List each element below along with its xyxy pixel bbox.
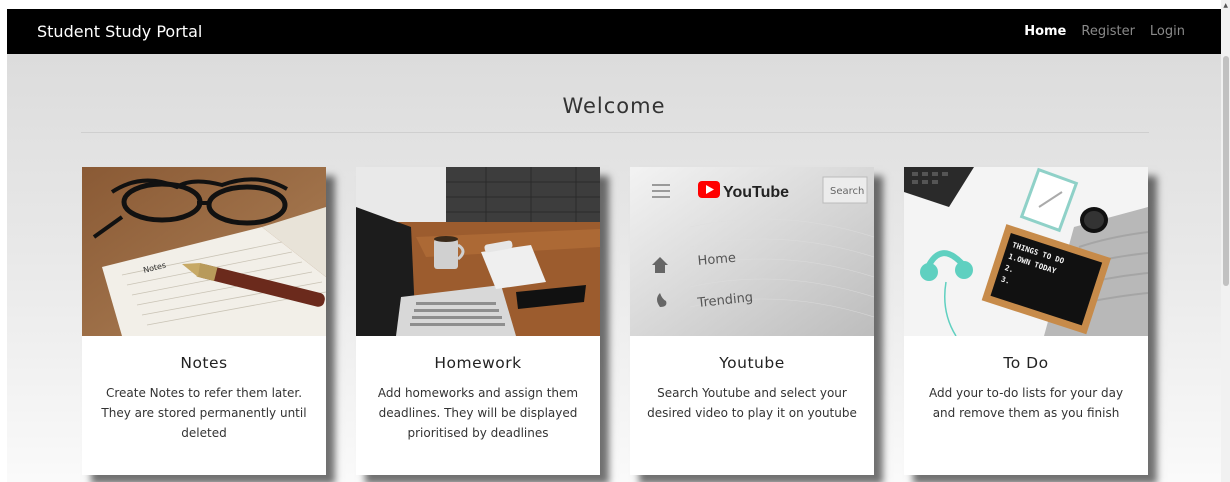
homework-card-text: Add homeworks and assign them deadlines.… <box>377 386 579 440</box>
homework-card-image <box>356 167 600 336</box>
scrollbar-thumb[interactable] <box>1223 56 1229 286</box>
youtube-logo-text: YouTube <box>723 184 789 201</box>
laptop-desk-coffee-image <box>356 167 600 336</box>
youtube-card[interactable]: YouTube Search Home Trending Youtube Sea… <box>630 167 874 475</box>
youtube-screen-image: YouTube Search Home Trending <box>630 167 874 336</box>
youtube-search-text: Search <box>830 186 864 197</box>
nav-register-link[interactable]: Register <box>1081 24 1135 39</box>
todo-card-title: To Do <box>1003 354 1049 372</box>
nav-login-link[interactable]: Login <box>1150 24 1185 39</box>
nav-home-link[interactable]: Home <box>1024 24 1066 39</box>
notes-card[interactable]: Notes Notes Create Notes to refer them l… <box>82 167 326 475</box>
todo-chalkboard-image: THINGS TO DO 1.OWN TODAY 2. 3. <box>904 167 1148 336</box>
notebook-glasses-pen-image: Notes <box>82 167 326 336</box>
youtube-card-image: YouTube Search Home Trending <box>630 167 874 336</box>
page-title: Welcome <box>562 94 666 118</box>
notes-card-title: Notes <box>180 354 228 372</box>
brand-link[interactable]: Student Study Portal <box>37 22 202 41</box>
nav-links: Home Register Login <box>1024 24 1185 39</box>
youtube-card-title: Youtube <box>719 354 785 372</box>
title-divider <box>81 132 1149 133</box>
youtube-card-text: Search Youtube and select your desired v… <box>647 386 857 420</box>
page-scrollbar[interactable]: ▲ <box>1221 0 1230 482</box>
notes-card-image: Notes <box>82 167 326 336</box>
navbar: Student Study Portal Home Register Login <box>7 9 1221 54</box>
homework-card[interactable]: Homework Add homeworks and assign them d… <box>356 167 600 475</box>
todo-card-text: Add your to-do lists for your day and re… <box>928 386 1124 420</box>
homework-card-title: Homework <box>434 354 522 372</box>
todo-card[interactable]: THINGS TO DO 1.OWN TODAY 2. 3. To Do Add… <box>904 167 1148 475</box>
main-content: Welcome Notes Notes Create Notes to refe… <box>7 54 1221 482</box>
notes-card-text: Create Notes to refer them later. They a… <box>101 386 307 440</box>
scroll-up-arrow-icon[interactable]: ▲ <box>1223 2 1228 9</box>
todo-card-image: THINGS TO DO 1.OWN TODAY 2. 3. <box>904 167 1148 336</box>
